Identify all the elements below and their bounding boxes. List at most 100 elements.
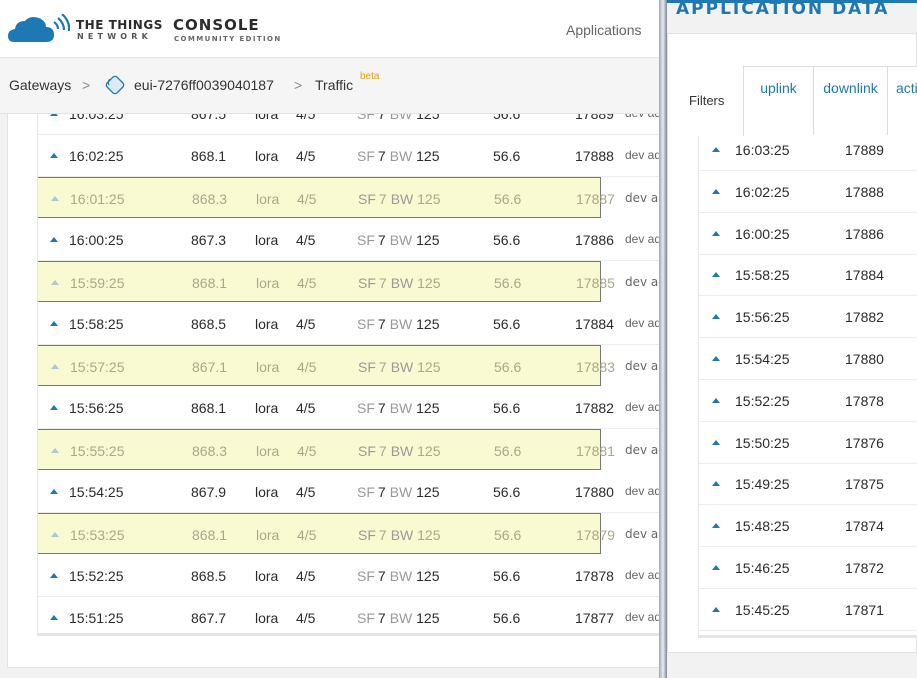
- traffic-row[interactable]: 16:00:25 867.3 lora 4/5 SF 7 BW 125 56.6 17886 de…: [38, 219, 662, 261]
- uplink-arrow-icon: [51, 532, 59, 537]
- traffic-modulation: lora: [255, 316, 279, 332]
- bw-value: 125: [416, 148, 440, 164]
- nav-applications-link[interactable]: Applications: [566, 22, 642, 38]
- application-data-title: APPLICATION DATA: [676, 0, 890, 19]
- ttn-cloud-logo-icon[interactable]: [8, 14, 70, 46]
- app-data-frame-counter: 17871: [845, 602, 884, 618]
- uplink-arrow-icon: [50, 321, 58, 326]
- traffic-airtime: 56.6: [493, 114, 521, 122]
- application-data-row[interactable]: 16:00:25 17886: [699, 213, 917, 255]
- uplink-arrow-icon: [50, 489, 58, 494]
- traffic-frequency: 867.1: [192, 359, 228, 375]
- bw-value: 125: [417, 527, 441, 543]
- uplink-arrow-icon: [50, 114, 58, 116]
- traffic-modulation: lora: [255, 114, 279, 122]
- traffic-time: 15:55:25: [70, 443, 125, 459]
- application-data-panel: Filters uplink downlink acti 16:03:25 178…: [667, 33, 917, 653]
- breadcrumb: Gateways > eui-7276ff0039040187 > Traffi…: [0, 58, 662, 114]
- bw-label: BW: [389, 610, 413, 626]
- uplink-arrow-icon: [712, 481, 720, 486]
- traffic-row[interactable]: 16:01:25 868.3 lora 4/5 SF 7 BW 125 56.6 17887: [38, 177, 615, 218]
- traffic-row[interactable]: 15:52:25 868.5 lora 4/5 SF 7 BW 125 56.6 17878 de…: [38, 555, 662, 597]
- traffic-data-rate: SF 7 BW 125: [357, 316, 440, 332]
- breadcrumb-gateway-link[interactable]: eui-7276ff0039040187: [134, 77, 274, 93]
- application-data-row[interactable]: 15:48:25 17874: [699, 505, 917, 547]
- bw-label: BW: [389, 316, 413, 332]
- bw-label: BW: [389, 568, 413, 584]
- console-title: CONSOLE: [173, 16, 260, 34]
- traffic-time: 16:03:25: [69, 114, 124, 122]
- app-data-time: 16:00:25: [735, 226, 790, 242]
- traffic-list[interactable]: 16:03:25867.5lora4/5SF7BW 12556.617889de…: [37, 114, 662, 636]
- application-data-row[interactable]: 15:46:25 17872: [699, 547, 917, 589]
- traffic-modulation: lora: [255, 400, 279, 416]
- app-data-frame-counter: 17874: [845, 518, 884, 534]
- traffic-frame-counter: 17888: [575, 148, 614, 164]
- application-data-row[interactable]: 15:58:25 17884: [699, 254, 917, 296]
- traffic-frame-counter: 17884: [575, 316, 614, 332]
- application-data-row[interactable]: 16:03:25 17889: [699, 136, 917, 171]
- sf-label: SF: [357, 232, 375, 248]
- sf-label: SF: [357, 148, 375, 164]
- traffic-coding-rate: 4/5: [296, 610, 316, 626]
- traffic-row[interactable]: 15:56:25 868.1 lora 4/5 SF 7 BW 125 56.6 17882 de…: [38, 387, 662, 429]
- application-data-row[interactable]: 15:54:25 17880: [699, 338, 917, 380]
- bw-value: 125: [416, 316, 440, 332]
- traffic-row[interactable]: 16:02:25 868.1 lora 4/5 SF 7 BW 125 56.6 17888 de…: [38, 135, 662, 177]
- application-data-row[interactable]: 15:52:25 17878: [699, 380, 917, 422]
- traffic-row[interactable]: 15:53:25 868.1 lora 4/5 SF 7 BW 125 56.6 17879: [38, 513, 615, 554]
- uplink-arrow-icon: [51, 196, 59, 201]
- traffic-row[interactable]: 16:03:25 867.5 lora 4/5 SF7BW 125 56.6 17889 de…: [38, 114, 662, 135]
- application-data-list[interactable]: 16:03:25 17889 16:02:25 17888 16:00:25 17886 1…: [698, 136, 917, 638]
- tab-downlink[interactable]: downlink: [814, 67, 888, 135]
- tab-activation[interactable]: acti: [888, 67, 917, 135]
- application-data-row[interactable]: 15:56:25 17882: [699, 296, 917, 338]
- traffic-dev-addr: dev ad: [625, 316, 662, 330]
- traffic-time: 15:57:25: [70, 359, 125, 375]
- sf-label: SF: [358, 527, 376, 543]
- traffic-airtime: 56.6: [494, 527, 522, 543]
- traffic-dev-addr: dev ad: [625, 191, 662, 205]
- traffic-data-rate: SF 7 BW 125: [358, 275, 441, 291]
- traffic-row[interactable]: 15:55:25 868.3 lora 4/5 SF 7 BW 125 56.6 17881: [38, 429, 615, 470]
- brand-name-sub: NETWORK: [77, 32, 153, 41]
- sf-label: SF: [357, 400, 375, 416]
- traffic-row[interactable]: 15:58:25 868.5 lora 4/5 SF 7 BW 125 56.6 17884 de…: [38, 303, 662, 345]
- application-data-row[interactable]: 15:49:25 17875: [699, 463, 917, 505]
- traffic-airtime: 56.6: [493, 568, 521, 584]
- app-data-time: 15:45:25: [735, 602, 790, 618]
- traffic-row[interactable]: 15:51:25 867.7 lora 4/5 SF 7 BW 125 56.6 17877 de…: [38, 597, 662, 633]
- uplink-arrow-icon: [712, 523, 720, 528]
- traffic-frame-counter: 17877: [575, 610, 614, 626]
- application-data-row[interactable]: 15:45:25 17871: [699, 589, 917, 631]
- traffic-row[interactable]: 15:59:25 868.1 lora 4/5 SF 7 BW 125 56.6 17885: [38, 261, 615, 302]
- app-data-frame-counter: 17880: [845, 351, 884, 367]
- gateway-traffic-window: THE THINGS NETWORK CONSOLE COMMUNITY EDI…: [0, 0, 662, 678]
- application-data-row[interactable]: 15:50:25 17876: [699, 422, 917, 464]
- app-data-frame-counter: 17882: [845, 309, 884, 325]
- traffic-time: 16:01:25: [70, 191, 125, 207]
- breadcrumb-gateways-link[interactable]: Gateways: [9, 77, 71, 93]
- tab-uplink[interactable]: uplink: [744, 67, 814, 135]
- uplink-arrow-icon: [50, 405, 58, 410]
- application-data-row[interactable]: 16:02:25 17888: [699, 171, 917, 213]
- traffic-coding-rate: 4/5: [297, 443, 317, 459]
- traffic-airtime: 56.6: [493, 148, 521, 164]
- traffic-data-rate: SF 7 BW 125: [357, 232, 440, 248]
- traffic-row[interactable]: 15:57:25 867.1 lora 4/5 SF 7 BW 125 56.6 17883: [38, 345, 615, 386]
- app-data-time: 15:54:25: [735, 351, 790, 367]
- traffic-dev-addr: dev ad: [625, 232, 662, 246]
- traffic-dev-addr: dev ad: [625, 527, 662, 541]
- uplink-arrow-icon: [50, 237, 58, 242]
- sf-value: 7: [377, 568, 386, 584]
- uplink-arrow-icon: [712, 272, 720, 277]
- traffic-airtime: 56.6: [493, 484, 521, 500]
- bw-value: 125: [416, 232, 440, 248]
- sf-value: 7: [378, 527, 387, 543]
- traffic-airtime: 56.6: [493, 316, 521, 332]
- traffic-dev-addr: dev ad: [625, 443, 662, 457]
- traffic-modulation: lora: [256, 443, 280, 459]
- brand-name: THE THINGS: [76, 18, 163, 32]
- app-data-frame-counter: 17878: [845, 393, 884, 409]
- traffic-row[interactable]: 15:54:25 867.9 lora 4/5 SF 7 BW 125 56.6 17880 de…: [38, 471, 662, 513]
